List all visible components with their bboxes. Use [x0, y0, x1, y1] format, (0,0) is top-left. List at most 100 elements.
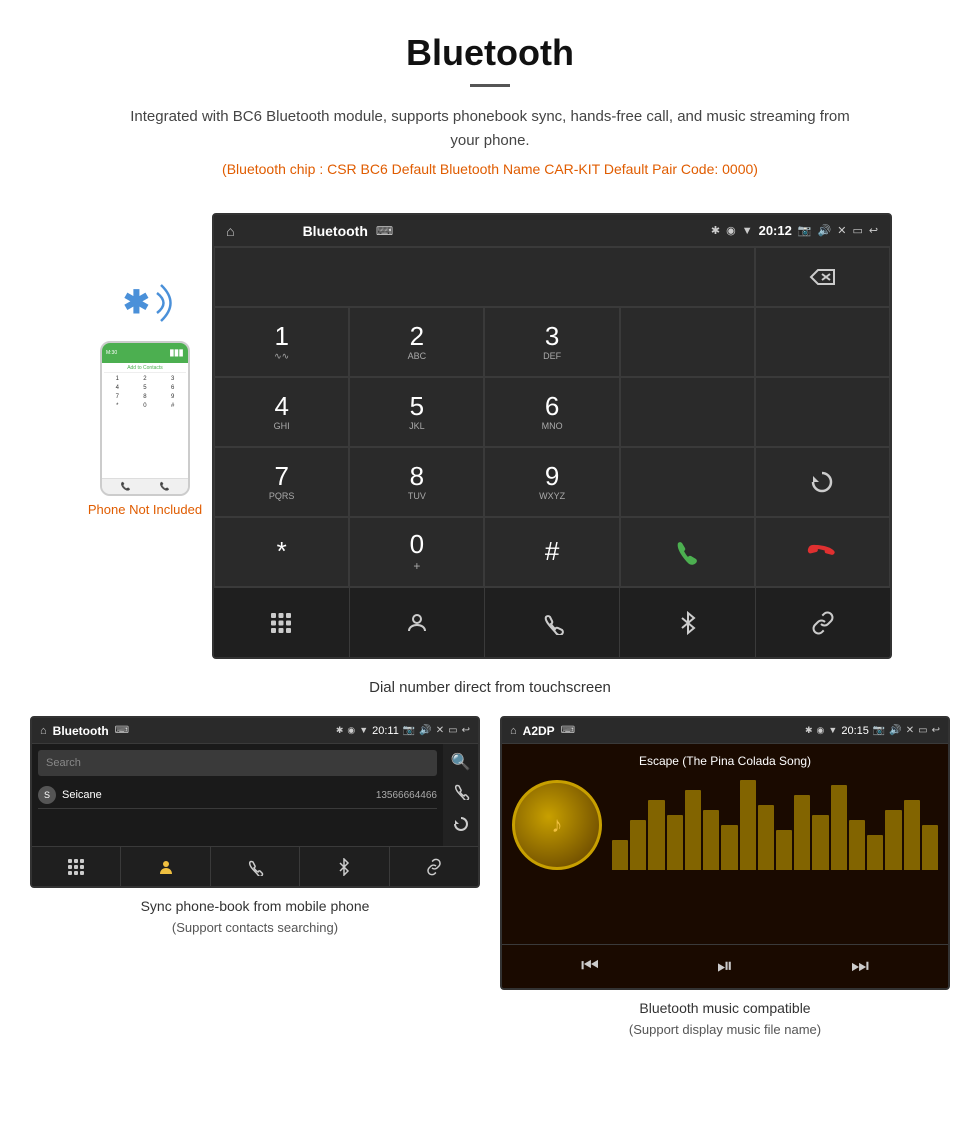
hu-key-1-letters: ∿∿ — [274, 351, 289, 362]
hu-nav-link-button[interactable] — [756, 588, 890, 657]
eq-bar — [685, 790, 701, 870]
pb-close-icon[interactable]: ✕ — [436, 725, 444, 737]
hu-key-3[interactable]: 3 DEF — [484, 307, 619, 377]
music-back-icon[interactable]: ↩ — [932, 725, 940, 737]
pb-usb-icon: ⌨ — [115, 725, 129, 736]
hu-status-left: ⌂ Bluetooth ⌨ — [226, 223, 393, 239]
pb-cam-icon[interactable]: 📷 — [403, 725, 415, 737]
eq-bar — [612, 840, 628, 870]
music-win-icon[interactable]: ▭ — [918, 725, 927, 737]
hu-key-hash[interactable]: # — [484, 517, 619, 587]
music-home-icon[interactable]: ⌂ — [510, 725, 517, 737]
hu-key-1[interactable]: 1 ∿∿ — [214, 307, 349, 377]
pb-nav-dialpad-button[interactable] — [32, 847, 121, 886]
music-close-icon[interactable]: ✕ — [906, 725, 914, 737]
music-equalizer — [612, 780, 938, 870]
hu-refresh-button[interactable] — [755, 447, 890, 517]
hu-call-red-button[interactable] — [755, 517, 890, 587]
backspace-icon — [808, 266, 836, 288]
hu-key-5[interactable]: 5 JKL — [349, 377, 484, 447]
hu-key-9[interactable]: 9 WXYZ — [484, 447, 619, 517]
hu-key-star-num: * — [277, 538, 287, 564]
main-screen-area: ✱ M:30 ▊▊▊ Add to Contacts 123 456 789 *… — [0, 193, 980, 669]
pb-status-bar: ⌂ Bluetooth ⌨ ✱ ◉ ▼ 20:11 📷 🔊 ✕ ▭ ↩ — [32, 718, 478, 744]
pb-contact-avatar: S — [38, 786, 56, 804]
hu-nav-contacts-button[interactable] — [350, 588, 485, 657]
phone-body: M:30 ▊▊▊ Add to Contacts 123 456 789 *0#… — [100, 341, 190, 496]
hu-empty-4-3 — [620, 377, 755, 447]
eq-bar — [885, 810, 901, 870]
eq-bar — [776, 830, 792, 870]
hu-location-icon: ◉ — [726, 224, 736, 237]
hu-backspace-button[interactable] — [755, 247, 890, 307]
music-usb-icon: ⌨ — [561, 725, 575, 736]
pb-sidebar-call-icon[interactable] — [452, 782, 470, 805]
hu-key-4-num: 4 — [274, 393, 288, 419]
bottom-screens: ⌂ Bluetooth ⌨ ✱ ◉ ▼ 20:11 📷 🔊 ✕ ▭ ↩ — [0, 716, 980, 1060]
hu-home-icon[interactable]: ⌂ — [226, 223, 234, 239]
eq-bar — [721, 825, 737, 870]
pb-contact-row[interactable]: S Seicane 13566664466 — [38, 782, 437, 809]
hu-key-6-letters: MNO — [542, 421, 563, 431]
hu-key-4[interactable]: 4 GHI — [214, 377, 349, 447]
hu-close-icon[interactable]: ✕ — [837, 224, 846, 237]
music-fast-forward-button[interactable]: ⏭ — [851, 955, 869, 978]
music-controls: ⏮ ⏯ ⏭ — [502, 944, 948, 988]
hu-camera-icon[interactable]: 📷 — [798, 224, 812, 237]
contacts-icon — [405, 611, 429, 635]
eq-bar — [630, 820, 646, 870]
pb-nav-call-button[interactable] — [211, 847, 300, 886]
hu-key-0[interactable]: 0 + — [349, 517, 484, 587]
hu-volume-icon[interactable]: 🔊 — [818, 224, 832, 237]
hu-call-green-button[interactable] — [620, 517, 755, 587]
pb-home-icon[interactable]: ⌂ — [40, 725, 47, 737]
call-green-icon — [670, 535, 704, 569]
phone-end-icon: 📞 — [121, 482, 131, 491]
pb-win-icon[interactable]: ▭ — [448, 725, 457, 737]
eq-bar — [667, 815, 683, 870]
phonebook-caption: Sync phone-book from mobile phone (Suppo… — [141, 896, 370, 938]
hu-key-6[interactable]: 6 MNO — [484, 377, 619, 447]
pb-body: Search S Seicane 13566664466 🔍 — [32, 744, 478, 846]
music-note-icon: ♪ — [552, 812, 563, 838]
phone-call-icon: 📞 — [160, 482, 170, 491]
eq-bar — [922, 825, 938, 870]
music-album-art: ♪ — [512, 780, 602, 870]
hu-dialpad-area: 1 ∿∿ 2 ABC 3 DEF 4 GHI 5 JKL — [214, 247, 890, 587]
hu-key-8[interactable]: 8 TUV — [349, 447, 484, 517]
music-cam-icon[interactable]: 📷 — [873, 725, 885, 737]
title-divider — [470, 84, 510, 87]
pb-back-icon[interactable]: ↩ — [462, 725, 470, 737]
hu-key-star[interactable]: * — [214, 517, 349, 587]
hu-nav-dialpad-button[interactable] — [214, 588, 349, 657]
dial-caption: Dial number direct from touchscreen — [0, 679, 980, 696]
pb-vol-icon[interactable]: 🔊 — [419, 725, 431, 737]
hu-nav-call-history-button[interactable] — [485, 588, 620, 657]
page-description: Integrated with BC6 Bluetooth module, su… — [115, 105, 865, 153]
pb-nav-link-button[interactable] — [390, 847, 478, 886]
pb-nav-bt-button[interactable] — [300, 847, 389, 886]
pb-main: Search S Seicane 13566664466 — [32, 744, 443, 846]
pb-sidebar-search-icon[interactable]: 🔍 — [451, 752, 471, 772]
pb-search-placeholder: Search — [46, 757, 81, 769]
eq-bar — [867, 835, 883, 870]
hu-key-2-num: 2 — [410, 323, 424, 349]
music-caption: Bluetooth music compatible (Support disp… — [629, 998, 821, 1040]
page-title: Bluetooth — [20, 32, 960, 74]
music-bt-icon: ✱ — [805, 725, 813, 737]
phone-bottom-bar: 📞 📞 — [102, 478, 188, 494]
hu-key-2[interactable]: 2 ABC — [349, 307, 484, 377]
music-time: 20:15 — [841, 725, 869, 737]
phone-top-label: M:30 — [106, 350, 117, 356]
hu-nav-bluetooth-button[interactable] — [620, 588, 755, 657]
bluetooth-nav-icon — [676, 611, 700, 635]
hu-back-icon[interactable]: ↩ — [869, 224, 878, 237]
hu-window-icon[interactable]: ▭ — [852, 224, 862, 237]
pb-search-box[interactable]: Search — [38, 750, 437, 776]
hu-key-7[interactable]: 7 PQRS — [214, 447, 349, 517]
pb-sidebar-refresh-icon[interactable] — [452, 815, 470, 838]
music-rewind-button[interactable]: ⏮ — [581, 955, 599, 978]
music-play-pause-button[interactable]: ⏯ — [717, 955, 733, 978]
music-vol-icon[interactable]: 🔊 — [889, 725, 901, 737]
pb-nav-user-button[interactable] — [121, 847, 210, 886]
